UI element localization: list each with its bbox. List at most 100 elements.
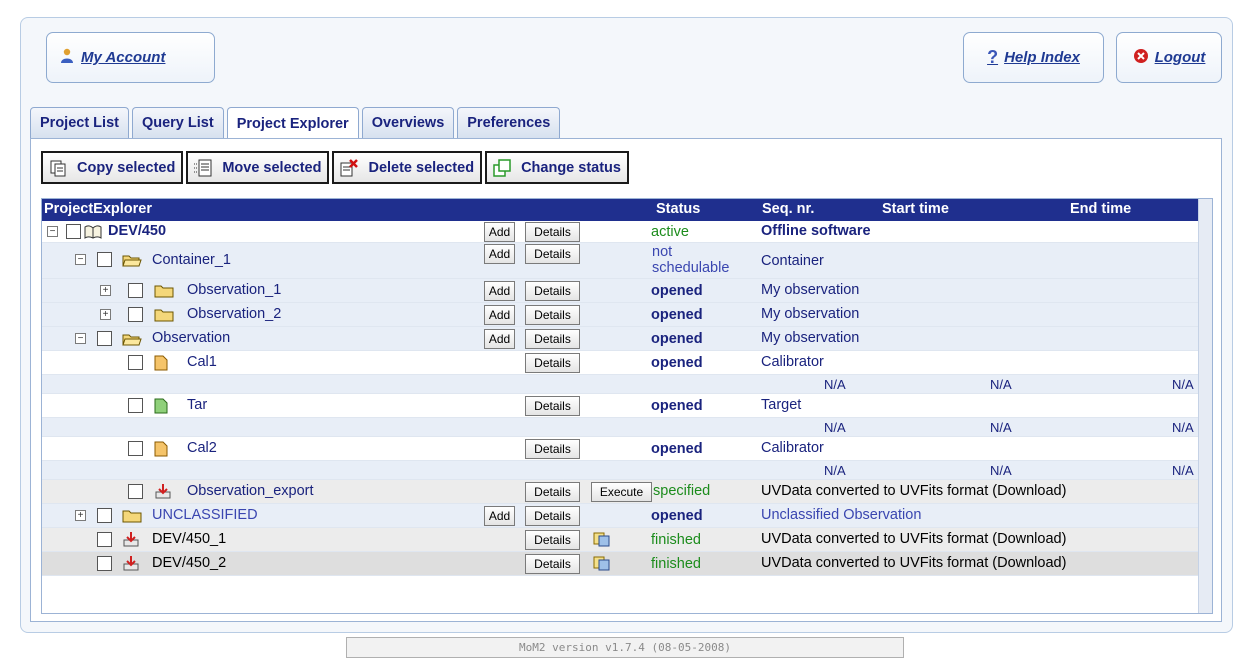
collapse-toggle[interactable]: − [75,254,86,265]
table-row: DEV/450_1 Details finished UVData conver… [42,528,1212,552]
row-description[interactable]: UVData converted to UVFits format (Downl… [761,555,1066,571]
details-button[interactable]: Details [525,396,580,416]
row-status: active [651,224,689,240]
change-status-button[interactable]: Change status [485,151,629,184]
folder-icon [122,509,142,523]
row-description: Calibrator [761,440,824,456]
details-button[interactable]: Details [525,281,580,301]
details-button[interactable]: Details [525,439,580,459]
collapse-toggle[interactable]: − [47,226,58,237]
target-page-icon [154,398,174,414]
details-button[interactable]: Details [525,482,580,502]
help-index-button[interactable]: ? Help Index [963,32,1104,83]
start-time: N/A [824,463,846,478]
row-description: Target [761,397,802,413]
row-checkbox[interactable] [128,307,143,322]
duration: N/A [1172,420,1194,435]
project-explorer-panel: Copy selected Move selected Delete selec… [30,138,1222,622]
add-button[interactable]: Add [484,222,515,242]
move-selected-button[interactable]: Move selected [186,151,330,184]
execute-button[interactable]: Execute [591,482,652,502]
details-button[interactable]: Details [525,305,580,325]
details-button[interactable]: Details [525,506,580,526]
details-button[interactable]: Details [525,353,580,373]
row-name[interactable]: DEV/450_2 [152,555,226,571]
row-name[interactable]: Container_1 [152,252,231,268]
row-name[interactable]: DEV/450 [108,223,166,239]
expand-toggle[interactable]: + [100,285,111,296]
details-button[interactable]: Details [525,530,580,550]
duration: N/A [1172,377,1194,392]
row-name[interactable]: Observation_1 [187,282,281,298]
row-checkbox[interactable] [97,556,112,571]
row-name[interactable]: Cal1 [187,354,217,370]
col-header-end[interactable]: End time [1070,201,1131,217]
row-description[interactable]: UVData converted to UVFits format (Downl… [761,531,1066,547]
export-icon [154,483,174,499]
add-button[interactable]: Add [484,506,515,526]
expand-toggle[interactable]: + [100,309,111,320]
details-button[interactable]: Details [525,554,580,574]
row-name[interactable]: Observation_export [187,483,314,499]
table-row: + Observation_2 Add Details opened My ob… [42,303,1212,327]
my-account-button[interactable]: My Account [46,32,215,83]
tab-project-explorer[interactable]: Project Explorer [226,107,359,139]
row-name[interactable]: Cal2 [187,440,217,456]
grid-header: ProjectExplorer Status Seq. nr. Start ti… [42,199,1212,221]
add-button[interactable]: Add [484,305,515,325]
table-row: − Container_1 Add Details not schedulabl… [42,243,1212,279]
table-row: Tar Details opened Target [42,394,1212,418]
user-icon [59,48,75,68]
row-name[interactable]: Tar [187,397,207,413]
change-status-icon [491,157,513,179]
row-description: My observation [761,282,860,298]
row-status: opened [651,441,703,457]
col-header-start[interactable]: Start time [882,201,949,217]
tab-query-list[interactable]: Query List [131,107,224,138]
add-button[interactable]: Add [484,329,515,349]
row-checkbox[interactable] [97,331,112,346]
copy-selected-button[interactable]: Copy selected [41,151,184,184]
tab-overviews[interactable]: Overviews [361,107,455,138]
row-name[interactable]: UNCLASSIFIED [152,507,258,523]
delete-selected-label: Delete selected [368,159,475,176]
col-header-seq[interactable]: Seq. nr. [762,201,814,217]
change-status-label: Change status [521,159,621,176]
row-checkbox[interactable] [128,355,143,370]
grid-scrollbar[interactable] [1198,199,1212,613]
collapse-toggle[interactable]: − [75,333,86,344]
results-icon[interactable] [593,531,613,547]
row-checkbox[interactable] [97,532,112,547]
move-selected-label: Move selected [222,159,322,176]
logout-button[interactable]: Logout [1116,32,1222,83]
row-checkbox[interactable] [128,484,143,499]
row-checkbox[interactable] [66,224,81,239]
delete-selected-button[interactable]: Delete selected [332,151,483,184]
toolbar: Copy selected Move selected Delete selec… [41,151,632,184]
details-button[interactable]: Details [525,222,580,242]
col-header-status[interactable]: Status [656,201,700,217]
details-button[interactable]: Details [525,244,580,264]
row-checkbox[interactable] [128,283,143,298]
row-name[interactable]: Observation [152,330,230,346]
results-icon[interactable] [593,555,613,571]
row-checkbox[interactable] [97,508,112,523]
row-name[interactable]: Observation_2 [187,306,281,322]
row-checkbox[interactable] [128,398,143,413]
duration: N/A [1172,463,1194,478]
table-row: − DEV/450 Add Details active Offline sof… [42,221,1212,243]
row-checkbox[interactable] [128,441,143,456]
details-button[interactable]: Details [525,329,580,349]
table-row-times: N/A N/A N/A [42,418,1212,437]
tab-preferences[interactable]: Preferences [457,107,561,138]
row-description: My observation [761,330,860,346]
row-name[interactable]: DEV/450_1 [152,531,226,547]
add-button[interactable]: Add [484,281,515,301]
tab-project-list[interactable]: Project List [30,107,129,138]
row-checkbox[interactable] [97,252,112,267]
copy-icon [47,157,69,179]
expand-toggle[interactable]: + [75,510,86,521]
calibrator-page-icon [154,355,174,371]
row-description[interactable]: UVData converted to UVFits format (Downl… [761,483,1066,499]
add-button[interactable]: Add [484,244,515,264]
